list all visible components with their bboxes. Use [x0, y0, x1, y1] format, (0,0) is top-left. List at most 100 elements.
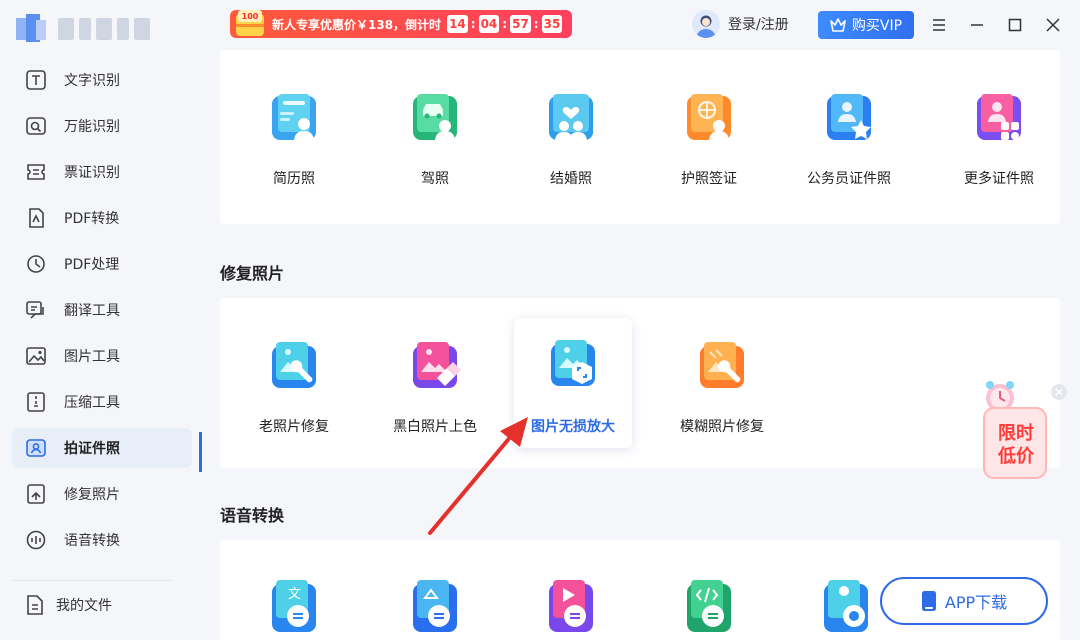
voice-section-title: 语音转换: [220, 506, 285, 525]
sidebar-item-label: 语音转换: [64, 533, 120, 549]
limited-time-promo[interactable]: 限时 低价: [978, 378, 1050, 482]
logo-icon: [16, 14, 48, 44]
voice-code-icon: [687, 580, 731, 632]
pdf-convert-icon: [24, 206, 48, 230]
pdf-process-icon: [24, 252, 48, 276]
sidebar-item-label: 压缩工具: [64, 395, 120, 411]
minimize-icon[interactable]: [966, 14, 988, 36]
logo-text-blurred: [58, 18, 150, 40]
sidebar-item-label: 图片工具: [64, 349, 120, 365]
sidebar-item-label: 万能识别: [64, 119, 120, 135]
close-icon[interactable]: [1042, 14, 1064, 36]
repair-section-title: 修复照片: [220, 264, 285, 283]
close-promo-icon[interactable]: [1051, 384, 1067, 400]
tile-label: 简历照: [273, 171, 315, 187]
sidebar-item-repair-photo[interactable]: 修复照片: [12, 474, 192, 514]
repair-photo-icon: [24, 482, 48, 506]
sidebar-nav: 文字识别 万能识别 票证识别 PDF转换 PDF处理 翻译工具 图片工具 压缩工…: [12, 60, 192, 566]
sidebar-item-compress[interactable]: 压缩工具: [12, 382, 192, 422]
tile-driver-license[interactable]: 驾照: [376, 64, 494, 194]
tile-label: 护照签证: [681, 171, 737, 187]
maximize-icon[interactable]: [1004, 14, 1026, 36]
tile-label: 更多证件照: [964, 171, 1034, 187]
login-label: 登录/注册: [728, 17, 789, 33]
app-logo: [16, 14, 150, 44]
sidebar-item-universal-scan[interactable]: 万能识别: [12, 106, 192, 146]
promo-banner[interactable]: 100 新人专享优惠价￥138，倒计时 14: 04: 57: 35: [230, 10, 573, 38]
ticket-icon: [24, 160, 48, 184]
promo-text: 新人专享优惠价￥138，倒计时: [272, 17, 442, 32]
tile-label: 老照片修复: [259, 419, 329, 435]
main-panel: 100 新人专享优惠价￥138，倒计时 14: 04: 57: 35 登录/注册…: [202, 0, 1080, 640]
sidebar-item-pdf-process[interactable]: PDF处理: [12, 244, 192, 284]
repair-photo-card: 老照片修复 黑白照片上色 图片无损放大 模糊照片修复: [220, 298, 1060, 468]
image-tool-icon: [24, 344, 48, 368]
sidebar-item-image-tool[interactable]: 图片工具: [12, 336, 192, 376]
sidebar-item-pdf-convert[interactable]: PDF转换: [12, 198, 192, 238]
crown-icon: [830, 18, 846, 32]
sidebar-item-label: PDF转换: [64, 211, 120, 227]
voice-text-icon: 文: [272, 580, 316, 632]
tile-label: 结婚照: [550, 171, 592, 187]
buy-vip-button[interactable]: 购买VIP: [818, 11, 914, 39]
tile-voice-text[interactable]: 文: [235, 540, 353, 640]
my-files-label: 我的文件: [56, 598, 112, 614]
sidebar-item-label: 拍证件照: [64, 441, 120, 457]
more-id-photo-icon: [977, 94, 1021, 140]
avatar: [692, 10, 720, 38]
tile-civil-servant-photo[interactable]: 公务员证件照: [787, 64, 911, 194]
coupon-badge-icon: 100: [236, 10, 264, 36]
menu-icon[interactable]: [928, 14, 950, 36]
tile-more-id-photo[interactable]: 更多证件照: [940, 64, 1058, 194]
tile-voice-image[interactable]: [376, 540, 494, 640]
sidebar-item-label: 修复照片: [64, 487, 120, 503]
tile-colorize-photo[interactable]: 黑白照片上色: [374, 312, 496, 442]
universal-scan-icon: [24, 114, 48, 138]
login-button[interactable]: 登录/注册: [692, 10, 789, 38]
id-photo-card: 简历照 驾照 结婚照 护照签证 公务员证件照 更多证件照: [220, 50, 1060, 224]
svg-text:文: 文: [288, 587, 301, 602]
app-download-label: APP下载: [944, 593, 1008, 612]
tile-voice-video[interactable]: [512, 540, 630, 640]
tile-label: 公务员证件照: [807, 171, 891, 187]
countdown-centis: 35: [541, 15, 563, 33]
compress-icon: [24, 390, 48, 414]
translate-icon: [24, 298, 48, 322]
sidebar-item-voice[interactable]: 语音转换: [12, 520, 192, 560]
colorize-photo-icon: [413, 342, 461, 388]
app-download-button[interactable]: APP下载: [880, 577, 1048, 625]
text-recognition-icon: [24, 68, 48, 92]
tile-label: 黑白照片上色: [393, 419, 477, 435]
promo-line-1: 限时: [998, 423, 1034, 444]
sidebar-item-ticket[interactable]: 票证识别: [12, 152, 192, 192]
sidebar-item-label: PDF处理: [64, 257, 120, 273]
tile-voice-code[interactable]: [650, 540, 768, 640]
voice-image-icon: [413, 580, 457, 632]
resume-photo-icon: [272, 94, 316, 140]
sidebar-item-label: 翻译工具: [64, 303, 120, 319]
id-photo-icon: [24, 436, 48, 460]
sidebar-divider: [12, 580, 172, 581]
countdown-minutes: 04: [478, 15, 500, 33]
tile-old-photo-repair[interactable]: 老照片修复: [235, 312, 353, 442]
voice-video-icon: [549, 580, 593, 632]
vip-label: 购买VIP: [851, 18, 903, 34]
tile-lossless-enlarge[interactable]: 图片无损放大: [514, 318, 632, 448]
tile-marriage-photo[interactable]: 结婚照: [512, 64, 630, 194]
civil-servant-photo-icon: [827, 94, 871, 140]
coupon-badge-text: 100: [242, 12, 259, 21]
sidebar-item-translate[interactable]: 翻译工具: [12, 290, 192, 330]
passport-visa-icon: [687, 94, 731, 140]
driver-license-icon: [413, 94, 457, 140]
old-photo-repair-icon: [272, 342, 316, 388]
my-files-link[interactable]: 我的文件: [24, 594, 112, 616]
promo-line-2: 低价: [998, 446, 1034, 467]
topbar: 100 新人专享优惠价￥138，倒计时 14: 04: 57: 35 登录/注册…: [202, 0, 1080, 50]
sidebar-item-label: 文字识别: [64, 73, 120, 89]
sidebar-item-text-recognition[interactable]: 文字识别: [12, 60, 192, 100]
tile-resume-photo[interactable]: 简历照: [235, 64, 353, 194]
sidebar-item-id-photo[interactable]: 拍证件照: [12, 428, 192, 468]
tile-blur-photo-repair[interactable]: 模糊照片修复: [660, 312, 784, 442]
tile-passport-visa[interactable]: 护照签证: [650, 64, 768, 194]
my-files-icon: [27, 595, 43, 615]
